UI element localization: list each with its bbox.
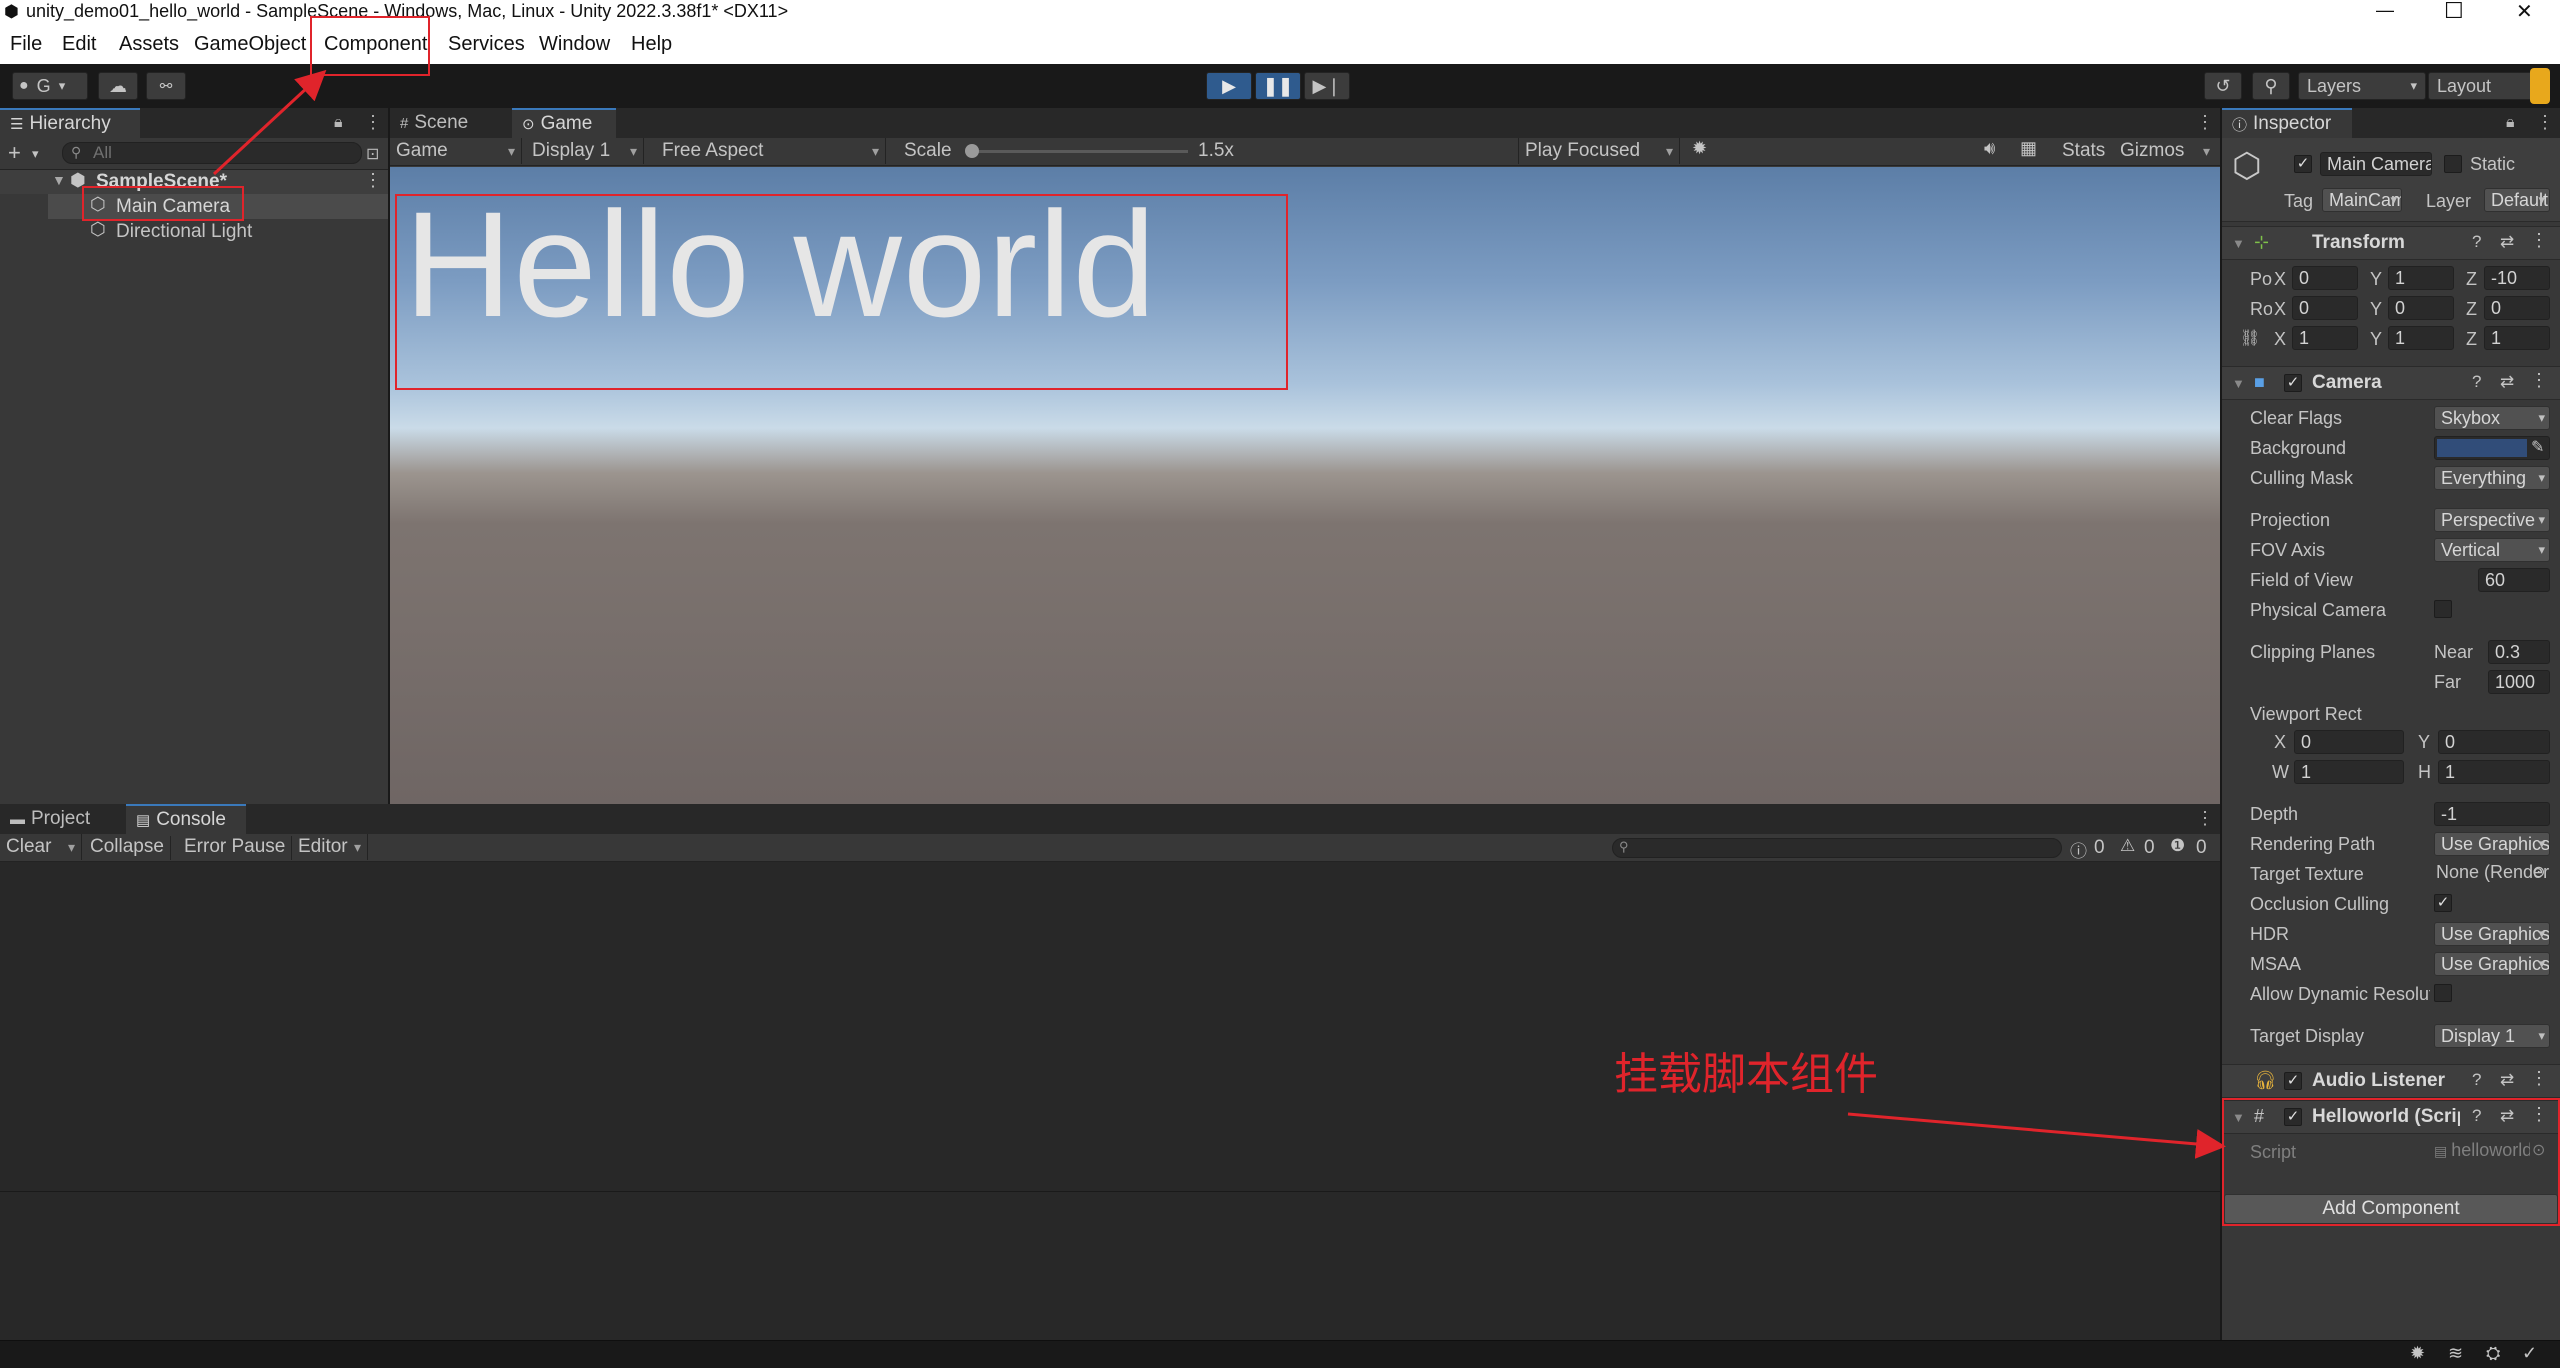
annotation-arrows	[212, 69, 2226, 1159]
arrow-to-helloworld-component	[1847, 1112, 2226, 1159]
arrow-to-component-menu	[212, 69, 327, 176]
